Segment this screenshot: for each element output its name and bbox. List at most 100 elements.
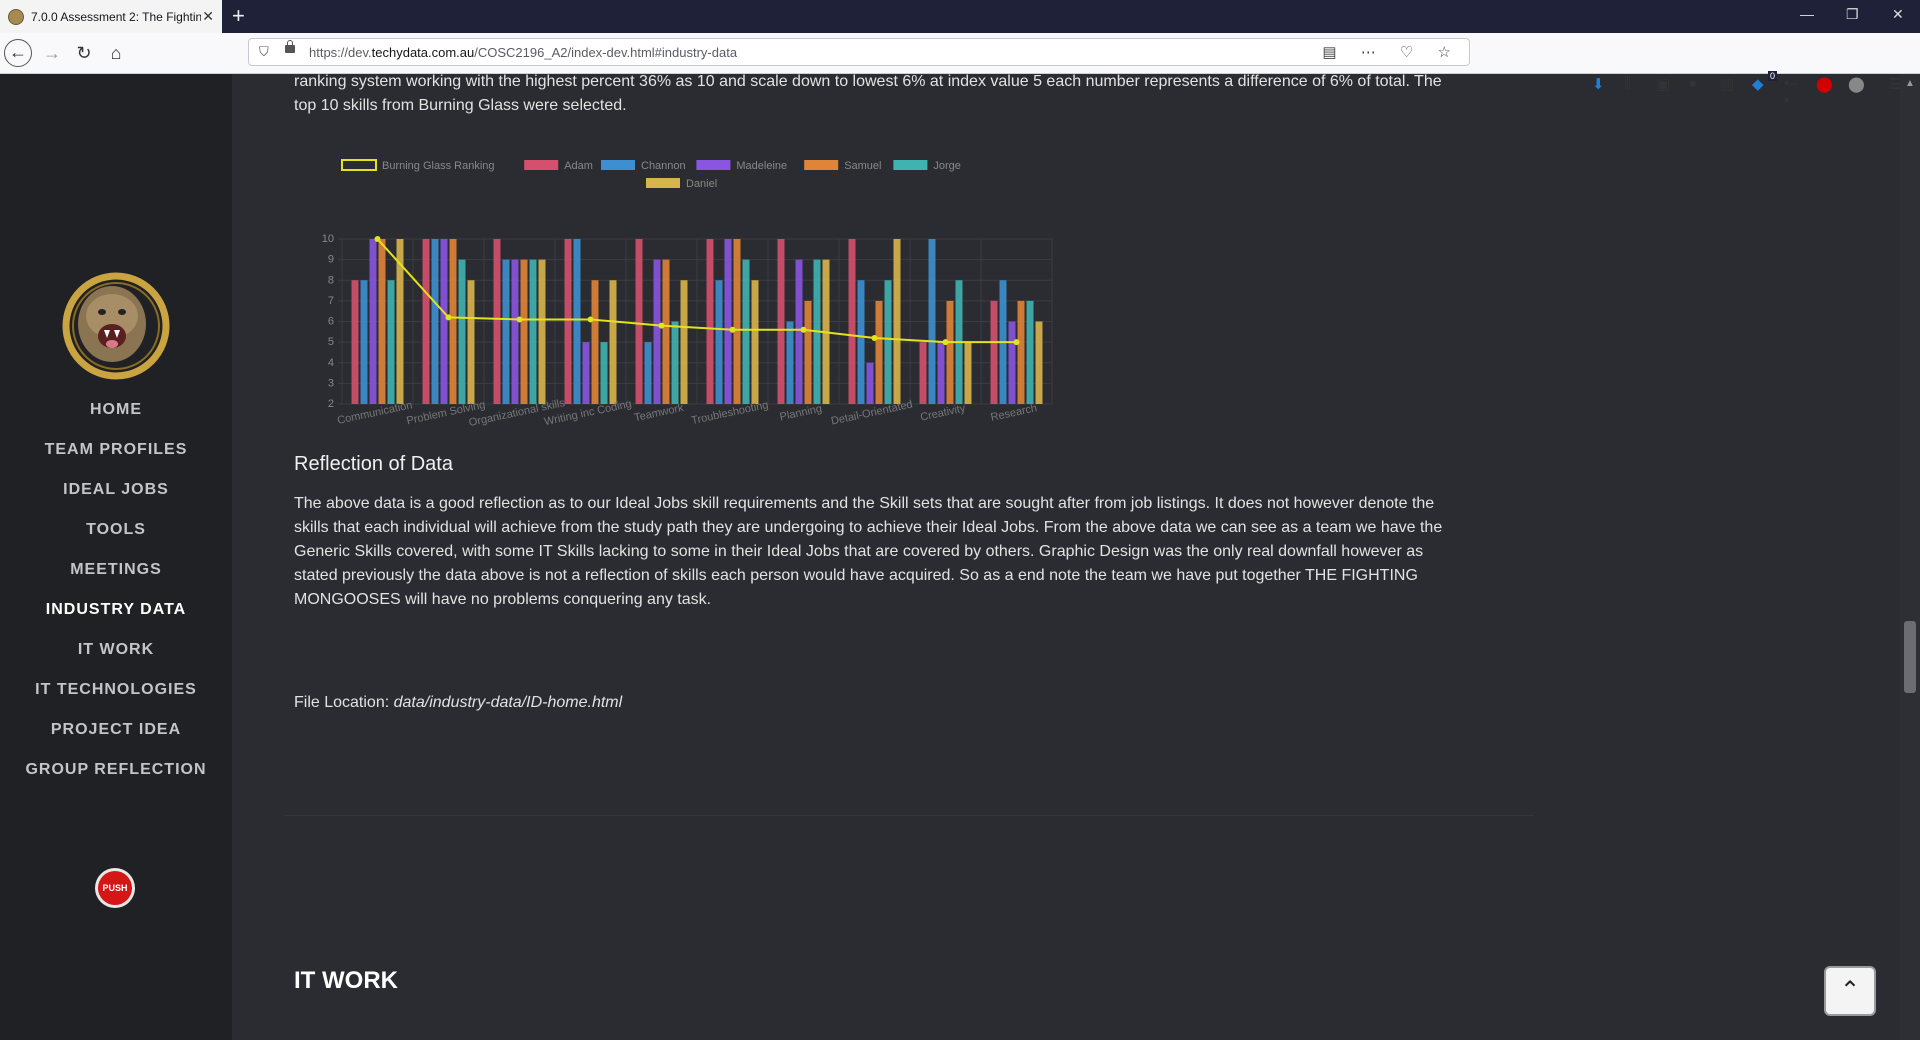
main-nav: HOME TEAM PROFILES IDEAL JOBS TOOLS MEET… — [0, 390, 232, 790]
bar — [493, 239, 501, 404]
bar — [804, 300, 812, 404]
line-point — [729, 326, 736, 333]
page-scrollbar[interactable]: ▲ — [1900, 74, 1920, 1040]
bar — [440, 239, 448, 404]
reflection-line-1: The above data is a good reflection as t… — [294, 495, 1435, 512]
page-actions-icon[interactable]: ⋯ — [1361, 44, 1386, 61]
legend-swatch — [601, 160, 635, 170]
close-window-icon[interactable]: ✕ — [1892, 6, 1904, 23]
x-tick-label: Planning — [779, 403, 823, 424]
bar — [786, 321, 794, 404]
file-location: File Location: data/industry-data/ID-hom… — [294, 694, 622, 712]
bar — [431, 239, 439, 404]
scroll-up-arrow-icon[interactable]: ▲ — [1905, 78, 1915, 89]
line-point — [445, 314, 452, 321]
legend-swatch — [524, 160, 559, 170]
y-tick-label: 10 — [322, 233, 334, 245]
reflection-line-4: stated previously the data above is not … — [294, 567, 1418, 584]
nav-item-industry-data[interactable]: INDUSTRY DATA — [0, 590, 232, 630]
bar — [946, 300, 954, 404]
nav-item-it-work[interactable]: IT WORK — [0, 630, 232, 670]
y-tick-label: 2 — [328, 398, 334, 410]
y-tick-label: 4 — [328, 357, 334, 369]
nav-item-team-profiles[interactable]: TEAM PROFILES — [0, 430, 232, 470]
shield-icon[interactable]: ⛉ — [259, 44, 269, 60]
nav-item-it-technologies[interactable]: IT TECHNOLOGIES — [0, 670, 232, 710]
bar — [662, 259, 670, 404]
bar — [529, 259, 537, 404]
nav-item-home[interactable]: HOME — [0, 390, 232, 430]
home-icon[interactable]: ⌂ — [102, 39, 130, 67]
line-point — [800, 326, 807, 333]
bar — [458, 259, 466, 404]
line-point — [516, 316, 523, 323]
main-content: ranking system working with the highest … — [232, 73, 1900, 1040]
scrollbar-thumb[interactable] — [1904, 621, 1916, 693]
reflection-line-5: MONGOOSES will have no problems conqueri… — [294, 591, 712, 608]
nav-item-group-reflection[interactable]: GROUP REFLECTION — [0, 750, 232, 790]
bar — [715, 280, 723, 404]
bar — [422, 239, 430, 404]
browser-nav-bar: ← → ↻ ⌂ ⛉ https://dev.techydata.com.au/C… — [0, 33, 1920, 109]
y-tick-label: 3 — [328, 377, 334, 389]
bookmark-star-icon[interactable]: ☆ — [1438, 44, 1461, 61]
close-tab-icon[interactable]: ✕ — [202, 8, 214, 25]
address-bar[interactable]: ⛉ https://dev.techydata.com.au/COSC2196_… — [248, 38, 1470, 66]
line-point — [871, 335, 878, 341]
y-tick-label: 8 — [328, 274, 334, 286]
bar — [467, 280, 475, 404]
bar — [742, 259, 750, 404]
reader-view-icon[interactable]: ▤ — [1322, 44, 1346, 61]
bar — [733, 239, 741, 404]
push-button[interactable]: PUSH — [95, 868, 135, 908]
mongoose-logo — [62, 272, 170, 380]
browser-tab[interactable]: 7.0.0 Assessment 2: The Fightin ✕ — [0, 0, 222, 33]
url-text[interactable]: https://dev.techydata.com.au/COSC2196_A2… — [309, 45, 737, 60]
y-tick-label: 7 — [328, 295, 334, 307]
new-tab-button[interactable]: + — [232, 3, 245, 29]
legend-label: Samuel — [844, 160, 881, 172]
y-tick-label: 9 — [328, 254, 334, 266]
lock-icon[interactable] — [285, 40, 295, 53]
nav-item-project-idea[interactable]: PROJECT IDEA — [0, 710, 232, 750]
back-icon[interactable]: ← — [4, 39, 32, 67]
legend-swatch — [341, 159, 377, 171]
bar — [1026, 300, 1034, 404]
nav-item-tools[interactable]: TOOLS — [0, 510, 232, 550]
bar — [378, 239, 386, 404]
bar — [609, 280, 617, 404]
back-to-top-button[interactable]: ⌃ — [1824, 966, 1876, 1016]
bar — [538, 259, 546, 404]
bar — [351, 280, 359, 404]
bar — [564, 239, 572, 404]
nav-item-ideal-jobs[interactable]: IDEAL JOBS — [0, 470, 232, 510]
line-point — [374, 236, 381, 242]
x-tick-label: Teamwork — [633, 402, 685, 424]
line-point — [587, 316, 594, 323]
legend-label: Daniel — [686, 178, 717, 190]
bar — [884, 280, 892, 404]
intro-text-line-2: top 10 skills from Burning Glass were se… — [294, 97, 627, 114]
bar — [449, 239, 457, 404]
bar — [706, 239, 714, 404]
reload-icon[interactable]: ↻ — [70, 39, 98, 67]
skills-chart: 2345678910CommunicationProblem SolvingOr… — [322, 159, 1053, 429]
legend-label: Madeleine — [736, 160, 787, 172]
bar — [502, 259, 510, 404]
section-divider — [284, 815, 1534, 816]
bar — [582, 342, 590, 404]
bar — [875, 300, 883, 404]
bar — [919, 342, 927, 404]
nav-item-meetings[interactable]: MEETINGS — [0, 550, 232, 590]
bar — [573, 239, 581, 404]
bar — [520, 259, 528, 404]
legend-label: Adam — [564, 160, 593, 172]
bar — [1035, 321, 1043, 404]
restore-icon[interactable]: ❐ — [1846, 6, 1859, 23]
bar — [360, 280, 368, 404]
legend-label: Channon — [641, 160, 686, 172]
address-bar-actions: ▤ ⋯ ♡ ☆ — [1322, 43, 1461, 61]
forward-icon[interactable]: → — [38, 39, 66, 67]
minimize-icon[interactable]: — — [1800, 6, 1814, 22]
pocket-icon[interactable]: ♡ — [1400, 44, 1423, 61]
